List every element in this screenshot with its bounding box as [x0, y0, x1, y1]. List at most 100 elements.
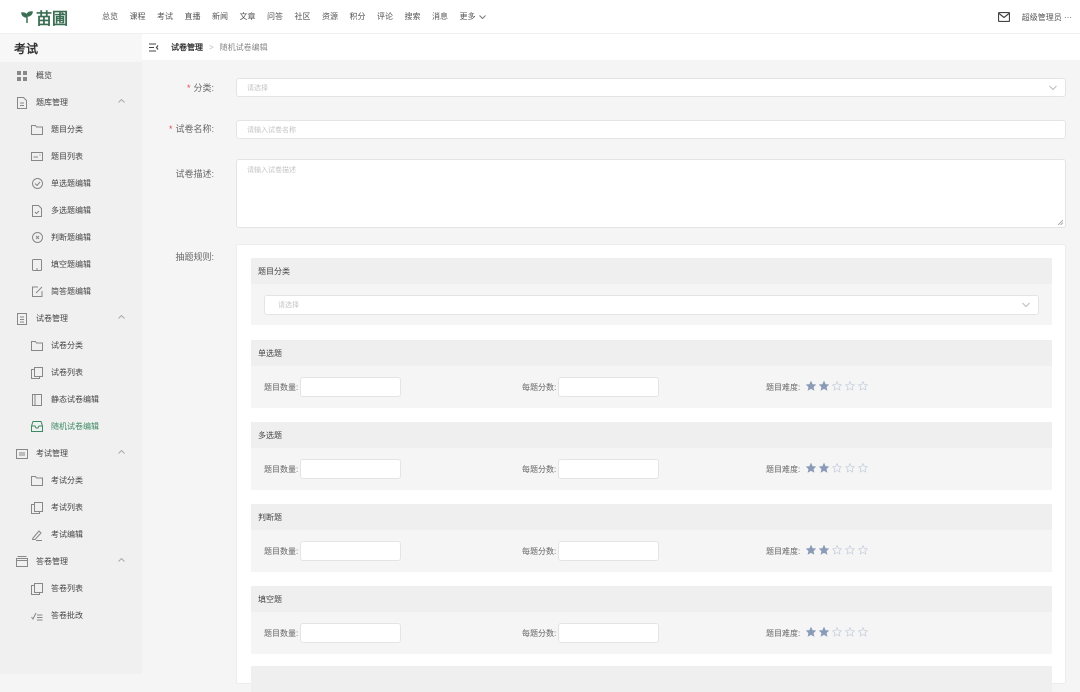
difficulty-rating[interactable]	[805, 626, 869, 639]
star-empty-icon[interactable]	[831, 380, 843, 393]
sidebar-item[interactable]: 填空题编辑	[0, 251, 142, 278]
score-per-question-input[interactable]	[558, 377, 660, 397]
book-icon	[31, 393, 43, 406]
check-circle-icon	[31, 178, 43, 190]
rule-category-select[interactable]: 请选择	[264, 295, 1039, 315]
mail-icon[interactable]	[997, 12, 1010, 22]
sidebar-item[interactable]: 试卷管理	[0, 305, 142, 332]
rule-section-header: 多选题	[251, 422, 1052, 448]
nav-item[interactable]: 直播	[185, 11, 201, 22]
sidebar-item[interactable]: 考试列表	[0, 494, 142, 521]
paper-name-input[interactable]: 请输入试卷名称	[236, 120, 1066, 139]
difficulty-rating[interactable]	[805, 380, 869, 393]
sidebar-item[interactable]: 判断题编辑	[0, 224, 142, 251]
sidebar-item-label: 题目分类	[51, 125, 83, 134]
nav-item[interactable]: 课程	[130, 11, 146, 22]
chevron-up-icon[interactable]	[118, 558, 125, 562]
nav-item[interactable]: 消息	[432, 11, 448, 22]
sidebar-item[interactable]: 多选题编辑	[0, 197, 142, 224]
star-empty-icon[interactable]	[857, 544, 869, 557]
star-empty-icon[interactable]	[844, 544, 856, 557]
score-per-question-input[interactable]	[558, 541, 660, 561]
star-empty-icon[interactable]	[844, 626, 856, 639]
sidebar-item-label: 静态试卷编辑	[51, 395, 99, 404]
chevron-up-icon[interactable]	[118, 450, 125, 454]
score-per-question-input[interactable]	[558, 623, 660, 643]
nav-item[interactable]: 资源	[322, 11, 338, 22]
nav-item[interactable]: 文章	[240, 11, 256, 22]
star-filled-icon[interactable]	[805, 544, 817, 557]
sidebar-item-label: 填空题编辑	[51, 260, 91, 269]
nav-item[interactable]: 积分	[350, 11, 366, 22]
difficulty-rating[interactable]	[805, 462, 869, 475]
chevron-up-icon[interactable]	[118, 99, 125, 103]
star-empty-icon[interactable]	[831, 626, 843, 639]
sidebar-item[interactable]: 单选题编辑	[0, 170, 142, 197]
difficulty-field: 题目难度:	[766, 380, 869, 393]
star-empty-icon[interactable]	[844, 380, 856, 393]
star-empty-icon[interactable]	[844, 462, 856, 475]
user-menu[interactable]: 超级管理员 ···	[1022, 12, 1072, 23]
breadcrumb-parent[interactable]: 试卷管理	[171, 42, 203, 53]
nav-item[interactable]: 评论	[377, 11, 393, 22]
sidebar-item[interactable]: 简答题编辑	[0, 278, 142, 305]
star-empty-icon[interactable]	[857, 380, 869, 393]
score-per-question-input[interactable]	[558, 459, 660, 479]
difficulty-rating[interactable]	[805, 544, 869, 557]
star-empty-icon[interactable]	[857, 626, 869, 639]
rule-section-body: 题目数量: 每题分数: 题目难度:	[251, 366, 1052, 408]
sidebar-item[interactable]: 考试管理	[0, 440, 142, 467]
nav-item[interactable]: 问答	[267, 11, 283, 22]
sidebar-item[interactable]: 答卷管理	[0, 548, 142, 575]
resize-handle-icon[interactable]	[1057, 219, 1063, 225]
star-filled-icon[interactable]	[818, 380, 830, 393]
sidebar-item[interactable]: 题目列表	[0, 143, 142, 170]
question-count-input[interactable]	[300, 623, 402, 643]
nav-item[interactable]: 新闻	[212, 11, 228, 22]
nav-item[interactable]: 搜索	[405, 11, 421, 22]
score-per-question-field: 每题分数:	[522, 377, 660, 397]
sidebar-item[interactable]: 考试编辑	[0, 521, 142, 548]
description-textarea[interactable]: 请输入试卷描述	[236, 159, 1066, 228]
star-filled-icon[interactable]	[818, 462, 830, 475]
question-count-input[interactable]	[300, 377, 402, 397]
sidebar-item[interactable]: 随机试卷编辑	[0, 413, 142, 440]
nav-item[interactable]: 总览	[102, 11, 118, 22]
star-filled-icon[interactable]	[805, 626, 817, 639]
nav-item[interactable]: 考试	[157, 11, 173, 22]
category-select[interactable]: 请选择	[236, 78, 1066, 97]
sidebar-item-label: 考试分类	[51, 476, 83, 485]
star-empty-icon[interactable]	[831, 462, 843, 475]
rule-category-header: 题目分类	[251, 258, 1052, 284]
question-count-label: 题目数量:	[264, 464, 299, 474]
sidebar-item[interactable]: 试卷列表	[0, 359, 142, 386]
star-filled-icon[interactable]	[805, 462, 817, 475]
sidebar-item[interactable]: 答卷批改	[0, 602, 142, 629]
star-filled-icon[interactable]	[818, 544, 830, 557]
edit-square-icon	[31, 286, 43, 298]
description-placeholder: 请输入试卷描述	[247, 167, 296, 174]
sidebar-item[interactable]: 静态试卷编辑	[0, 386, 142, 413]
sidebar: 考试 概览 题库管理 题目分类 题目列表 单选题编辑 多选题编辑 判断题编辑 填空题编辑 简答题…	[0, 34, 142, 674]
nav-item[interactable]: 社区	[295, 11, 311, 22]
menu-fold-icon[interactable]	[149, 42, 159, 52]
sidebar-item[interactable]: 试卷分类	[0, 332, 142, 359]
star-empty-icon[interactable]	[831, 544, 843, 557]
sidebar-item[interactable]: 题库管理	[0, 89, 142, 116]
sidebar-item[interactable]: 考试分类	[0, 467, 142, 494]
star-empty-icon[interactable]	[857, 462, 869, 475]
difficulty-field: 题目难度:	[766, 544, 869, 557]
sidebar-item-label: 答卷列表	[51, 584, 83, 593]
question-count-input[interactable]	[300, 459, 402, 479]
sidebar-item[interactable]: 题目分类	[0, 116, 142, 143]
chevron-up-icon[interactable]	[118, 315, 125, 319]
brand-logo[interactable]: 苗圃	[20, 5, 80, 29]
star-filled-icon[interactable]	[818, 626, 830, 639]
question-count-field: 题目数量:	[264, 377, 402, 397]
question-count-input[interactable]	[300, 541, 402, 561]
sidebar-item[interactable]: 答卷列表	[0, 575, 142, 602]
name-label: * 试卷名称:	[168, 124, 214, 134]
nav-more[interactable]: 更多	[460, 11, 486, 22]
star-filled-icon[interactable]	[805, 380, 817, 393]
sidebar-item[interactable]: 概览	[0, 62, 142, 89]
